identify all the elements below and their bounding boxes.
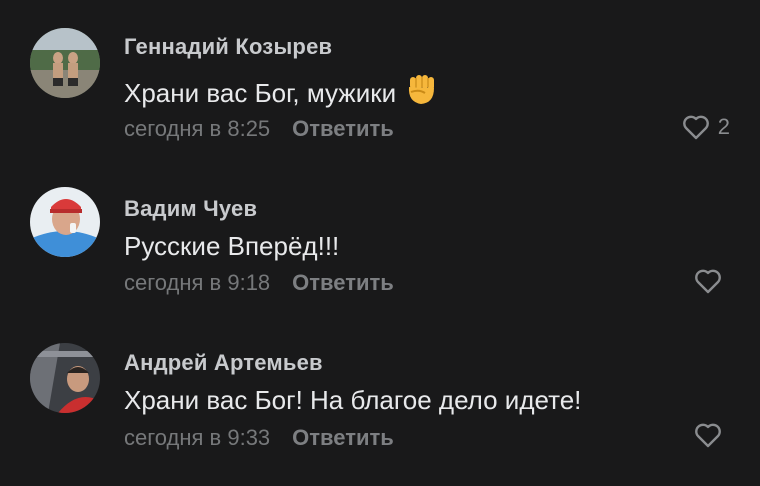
comment-author[interactable]: Вадим Чуев — [124, 196, 257, 222]
avatar[interactable] — [30, 343, 100, 413]
reply-button[interactable]: Ответить — [292, 425, 394, 450]
comment-author[interactable]: Андрей Артемьев — [124, 350, 323, 376]
comment-timestamp[interactable]: сегодня в 9:18 — [124, 270, 270, 295]
heart-icon — [694, 268, 722, 294]
like-button[interactable] — [694, 422, 730, 448]
reply-button[interactable]: Ответить — [292, 270, 394, 295]
comment-meta: сегодня в 9:33 Ответить — [124, 425, 394, 451]
comment-timestamp[interactable]: сегодня в 9:33 — [124, 425, 270, 450]
heart-icon — [694, 422, 722, 448]
like-button[interactable] — [694, 268, 730, 294]
comment-item: Андрей Артемьев Храни вас Бог! На благое… — [0, 0, 760, 450]
avatar[interactable] — [30, 187, 100, 257]
comment-text: Храни вас Бог! На благое дело идете! — [124, 385, 582, 415]
comment-meta: сегодня в 9:18 Ответить — [124, 270, 394, 296]
comment-text: Русские Вперёд!!! — [124, 231, 340, 261]
